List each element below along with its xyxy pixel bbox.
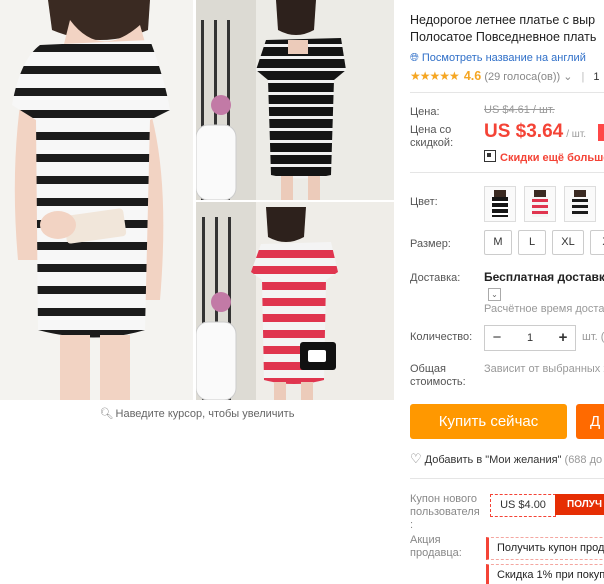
magnifier-icon: 🔍︎	[99, 408, 114, 420]
shipping-value[interactable]: Бесплатная доставка в	[484, 270, 604, 284]
translate-icon: 🌐︎	[410, 52, 419, 64]
divider: |	[581, 71, 585, 83]
wishlist-count: (688 до	[564, 454, 603, 466]
product-thumbnail-red[interactable]	[196, 202, 394, 400]
zoom-hint: 🔍︎ Наведите курсор, чтобы увеличить	[0, 407, 394, 420]
price-label: Цена:	[410, 106, 440, 118]
divider	[410, 92, 604, 93]
get-coupon-button[interactable]: ПОЛУЧ	[555, 494, 604, 515]
wishlist-text: Добавить в "Мои желания"	[424, 454, 562, 466]
product-info-panel: Недорогое летнее платье с выр Полосатое …	[410, 0, 604, 584]
discount-price-label: Цена со скидкой:	[410, 124, 454, 149]
chevron-down-icon[interactable]: ⌄	[488, 288, 501, 301]
product-title-line-1: Недорогое летнее платье с выр	[410, 13, 596, 27]
size-option-xl[interactable]: XL	[552, 230, 584, 255]
quantity-stepper: − 1 +	[484, 325, 576, 351]
divider	[410, 478, 604, 479]
rating-score: 4.6	[463, 69, 482, 83]
product-thumbnail-black[interactable]	[196, 0, 394, 200]
size-label: Размер:	[410, 238, 451, 250]
buy-now-button[interactable]: Купить сейчас	[410, 404, 567, 439]
color-swatch-red[interactable]	[524, 186, 556, 222]
orders-count: 1	[593, 71, 600, 83]
original-price: US $4.61 / шт.	[484, 104, 555, 116]
size-option-xxl[interactable]: X	[590, 230, 604, 255]
rating-row[interactable]: ★★★★★ 4.6 (29 голоса(ов)) ⌄ | 1	[410, 69, 600, 83]
size-option-l[interactable]: L	[518, 230, 546, 255]
discount-price-value: US $3.64	[484, 121, 564, 142]
add-to-cart-button[interactable]: Д	[576, 404, 604, 439]
discount-price: US $3.64/ шт.	[484, 121, 586, 143]
color-swatch-white[interactable]	[564, 186, 596, 222]
color-swatch-black[interactable]	[484, 186, 516, 222]
chevron-down-icon[interactable]: ⌄	[563, 71, 572, 83]
wishlist-link[interactable]: ♡ Добавить в "Мои желания" (688 до	[410, 451, 602, 467]
main-product-image[interactable]	[0, 0, 193, 400]
color-label: Цвет:	[410, 196, 438, 208]
quantity-label: Количество:	[410, 331, 473, 343]
seller-promo-label: Акция продавца:	[410, 534, 462, 559]
price-unit: / шт.	[566, 129, 587, 140]
divider	[410, 172, 604, 173]
product-title: Недорогое летнее платье с выр Полосатое …	[410, 12, 604, 46]
new-user-coupon-label: Купон нового пользователя :	[410, 493, 480, 531]
heart-icon: ♡	[410, 451, 422, 466]
image-gallery: 🔍︎ Наведите курсор, чтобы увеличить	[0, 0, 394, 430]
coupon-amount: US $4.00	[490, 494, 556, 517]
total-label: Общая стоимость:	[410, 363, 466, 388]
discount-badge	[598, 124, 604, 141]
shipping-label: Доставка:	[410, 272, 461, 284]
quantity-unit: шт. (	[582, 331, 604, 343]
total-value: Зависит от выбранных х	[484, 363, 604, 375]
translate-link[interactable]: 🌐︎ Посмотреть название на англий	[410, 52, 586, 65]
shipping-time: Расчётное время доставки	[484, 303, 604, 315]
rating-stars-icon: ★★★★★	[410, 69, 460, 83]
plus-icon[interactable]: +	[551, 326, 575, 350]
product-title-line-2: Полосатое Повседневное плать	[410, 30, 597, 44]
promo-link[interactable]: Скидки ещё больше	[484, 150, 604, 164]
promo-text: Скидки ещё больше	[500, 152, 604, 164]
zoom-hint-text: Наведите курсор, чтобы увеличить	[115, 408, 295, 420]
rating-votes[interactable]: (29 голоса(ов))	[484, 71, 560, 83]
seller-coupon-item[interactable]: Получить купон прод	[486, 537, 604, 560]
translate-link-text: Посмотреть название на англий	[421, 52, 586, 64]
seller-discount-item[interactable]: Скидка 1% при покуп	[486, 564, 604, 584]
size-option-m[interactable]: M	[484, 230, 512, 255]
qr-code-icon	[484, 150, 496, 162]
minus-icon[interactable]: −	[485, 326, 509, 350]
quantity-input[interactable]: 1	[509, 326, 551, 350]
